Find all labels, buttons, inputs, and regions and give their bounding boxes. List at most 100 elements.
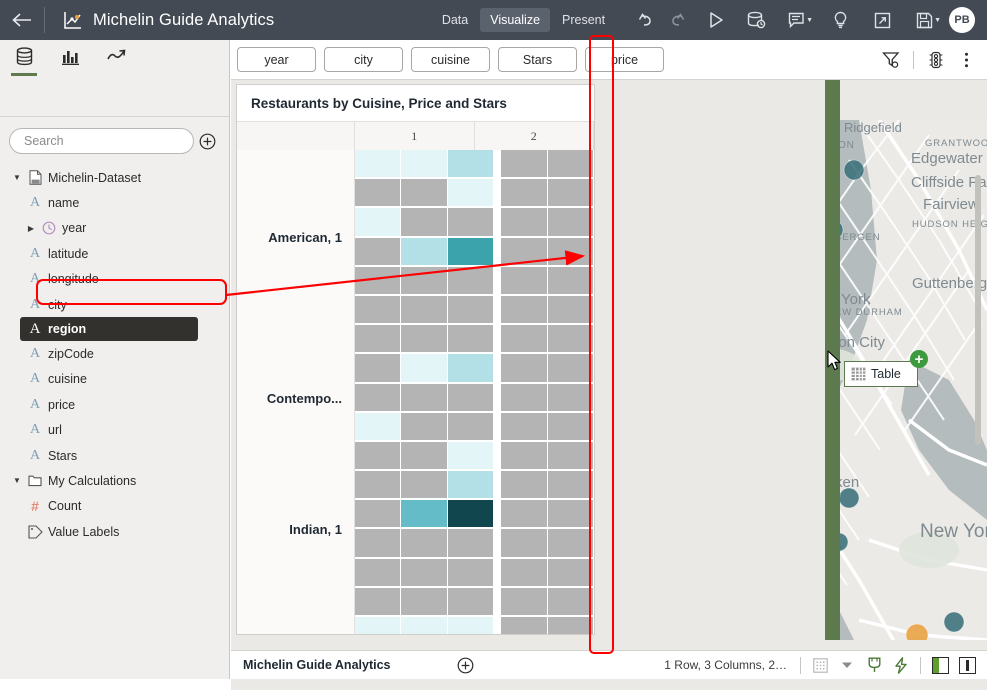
tree-item-latitude[interactable]: A latitude — [0, 241, 230, 266]
data-refresh-icon[interactable] — [741, 5, 771, 35]
grid-size-icon[interactable] — [808, 654, 832, 676]
heatmap-cell[interactable] — [401, 295, 447, 324]
heatmap-cell[interactable] — [355, 383, 401, 411]
heatmap-cell[interactable] — [547, 237, 594, 265]
heatmap-row[interactable] — [355, 295, 594, 326]
undo-icon[interactable] — [631, 5, 661, 35]
sidebar-tab-analytics[interactable] — [102, 43, 130, 73]
heatmap-cell[interactable] — [547, 325, 594, 353]
twisty-right-icon[interactable]: ▶ — [24, 224, 38, 233]
save-dropdown-caret-icon[interactable]: ▼ — [934, 17, 941, 24]
heatmap-row[interactable] — [355, 237, 594, 267]
heatmap-cell[interactable] — [447, 587, 494, 615]
avatar[interactable]: PB — [949, 7, 975, 33]
heatmap-cell[interactable] — [547, 500, 594, 528]
heatmap-cell[interactable] — [447, 500, 494, 528]
play-icon[interactable] — [701, 5, 731, 35]
heatmap-row[interactable] — [355, 587, 594, 617]
heatmap-row[interactable] — [355, 529, 594, 559]
heatmap-row[interactable] — [355, 412, 594, 442]
heatmap-cell[interactable] — [355, 179, 401, 207]
heatmap-cell[interactable] — [401, 150, 447, 178]
heatmap-cell[interactable] — [401, 266, 447, 294]
add-dataset-button[interactable] — [194, 128, 221, 154]
heatmap-cell[interactable] — [355, 354, 401, 382]
heatmap-cell[interactable] — [447, 295, 494, 324]
heatmap-cell[interactable] — [447, 441, 494, 470]
heatmap-cell[interactable] — [501, 500, 547, 528]
heatmap-cell[interactable] — [401, 354, 447, 382]
heatmap-cell[interactable] — [355, 266, 401, 294]
search-input[interactable] — [22, 133, 182, 149]
heatmap-cell[interactable] — [501, 354, 547, 382]
heatmap-row[interactable] — [355, 179, 594, 209]
heatmap-cell[interactable] — [355, 529, 401, 557]
chip-year[interactable]: year — [237, 47, 316, 72]
heatmap-cell[interactable] — [355, 208, 401, 236]
tree-item-my-calculations[interactable]: ▼ My Calculations — [0, 468, 230, 493]
heatmap-cell[interactable] — [547, 617, 594, 634]
heatmap-cell[interactable] — [401, 500, 447, 528]
heatmap-cell[interactable] — [501, 179, 547, 207]
sidebar-tab-data[interactable] — [10, 43, 38, 76]
twisty-down-icon[interactable]: ▼ — [10, 476, 24, 485]
heatmap-cell[interactable] — [401, 412, 447, 440]
heatmap-cell[interactable] — [355, 325, 401, 353]
back-button[interactable] — [0, 0, 44, 40]
heatmap-cell[interactable] — [547, 383, 594, 411]
heatmap-cell[interactable] — [501, 412, 547, 440]
heatmap-cell[interactable] — [547, 471, 594, 499]
tree-item-count[interactable]: # Count — [0, 494, 230, 519]
tree-item-name[interactable]: A name — [0, 190, 230, 215]
heatmap-cell[interactable] — [447, 208, 494, 236]
heatmap-cell[interactable] — [501, 587, 547, 615]
heatmap-cell[interactable] — [501, 266, 547, 294]
chip-price[interactable]: price — [585, 47, 664, 72]
heatmap-cell[interactable] — [355, 587, 401, 615]
heatmap-cell[interactable] — [355, 237, 401, 265]
heatmap-cell[interactable] — [447, 325, 494, 353]
heatmap-cell[interactable] — [447, 354, 494, 382]
chip-city[interactable]: city — [324, 47, 403, 72]
heatmap-cell[interactable] — [355, 150, 401, 178]
heatmap-cell[interactable] — [447, 266, 494, 294]
heatmap-cell[interactable] — [355, 471, 401, 499]
heatmap-cell[interactable] — [401, 529, 447, 557]
heatmap-cell[interactable] — [501, 471, 547, 499]
heatmap-cell[interactable] — [501, 441, 547, 470]
layout-left-panel-icon[interactable] — [928, 654, 952, 676]
heatmap-cell[interactable] — [447, 412, 494, 440]
map-widget[interactable]: RidgefieldONGRANTWOODEdgewaterCliffside … — [840, 120, 987, 680]
heatmap-row[interactable] — [355, 471, 594, 501]
export-icon[interactable] — [867, 5, 897, 35]
heatmap-row[interactable] — [355, 354, 594, 384]
tree-item-year[interactable]: ▶ year — [0, 216, 230, 241]
heatmap-cell[interactable] — [447, 237, 494, 265]
heatmap-cell[interactable] — [355, 617, 401, 634]
tree-item-price[interactable]: A price — [0, 392, 230, 417]
redo-icon[interactable] — [661, 5, 691, 35]
heatmap-cell[interactable] — [547, 558, 594, 586]
twisty-down-icon[interactable]: ▼ — [10, 173, 24, 182]
heatmap-cell[interactable] — [447, 179, 494, 207]
heatmap-cell[interactable] — [547, 529, 594, 557]
heatmap-cell[interactable] — [401, 558, 447, 586]
lightbulb-icon[interactable] — [825, 5, 855, 35]
heatmap-cell[interactable] — [547, 179, 594, 207]
heatmap-cell[interactable] — [447, 150, 494, 178]
heatmap-cell[interactable] — [401, 325, 447, 353]
heatmap-cell[interactable] — [501, 237, 547, 265]
heatmap-cell[interactable] — [547, 587, 594, 615]
layout-right-panel-icon[interactable] — [955, 654, 979, 676]
heatmap-cell[interactable] — [355, 441, 401, 470]
tree-item-zipcode[interactable]: A zipCode — [0, 341, 230, 366]
menu-data[interactable]: Data — [432, 8, 478, 32]
heatmap-cell[interactable] — [547, 295, 594, 324]
map-data-point[interactable] — [943, 611, 965, 633]
heatmap-cell[interactable] — [547, 354, 594, 382]
heatmap-cell[interactable] — [547, 266, 594, 294]
menu-visualize[interactable]: Visualize — [480, 8, 551, 32]
heatmap-cell[interactable] — [447, 617, 494, 634]
sidebar-tab-visualizations[interactable] — [56, 43, 84, 73]
heatmap-cell[interactable] — [401, 208, 447, 236]
